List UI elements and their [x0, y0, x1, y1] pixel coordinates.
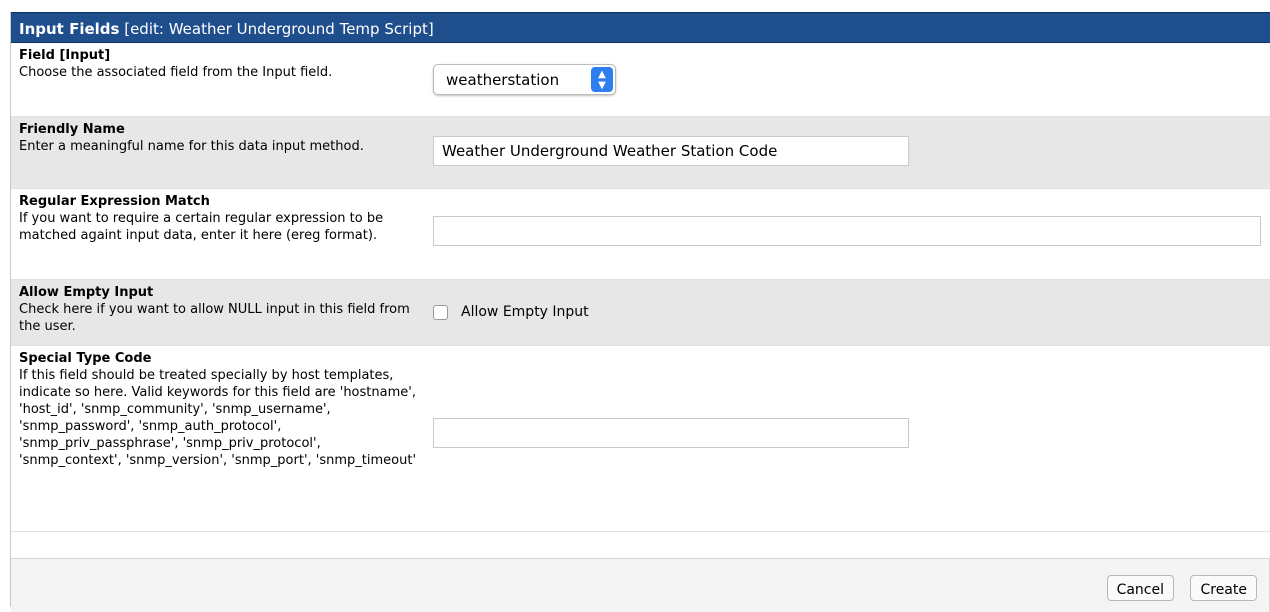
form-row-friendly-name: Friendly Name Enter a meaningful name fo… [11, 117, 1270, 189]
form-row-field-input: Field [Input] Choose the associated fiel… [11, 43, 1270, 117]
field-input-select-wrap: weatherstation ▲ ▼ [433, 64, 616, 95]
cancel-button[interactable]: Cancel [1106, 575, 1174, 601]
allow-empty-checkbox-label[interactable]: Allow Empty Input [461, 304, 589, 320]
field-input-label: Field [Input] [19, 48, 111, 63]
create-button[interactable]: Create [1190, 575, 1257, 601]
input-fields-panel: Input Fields [edit: Weather Underground … [10, 12, 1270, 612]
form-row-allow-empty-input: Allow Empty Input Check here if you want… [11, 280, 1270, 346]
field-input-help: Choose the associated field from the Inp… [19, 65, 333, 80]
spacer [11, 532, 1270, 558]
friendly-name-input[interactable] [433, 136, 909, 166]
allow-empty-control: Allow Empty Input [433, 304, 589, 320]
special-type-input[interactable] [433, 418, 909, 448]
allow-empty-help: Check here if you want to allow NULL inp… [19, 302, 410, 334]
form-footer: Cancel Create [11, 558, 1270, 612]
friendly-name-label: Friendly Name [19, 122, 125, 137]
panel-subtitle: [edit: Weather Underground Temp Script] [124, 20, 434, 38]
special-type-label: Special Type Code [19, 351, 152, 366]
field-input-select[interactable]: weatherstation ▲ ▼ [433, 64, 616, 95]
regex-match-control [433, 216, 1261, 246]
field-input-selected-value: weatherstation [446, 71, 560, 89]
special-type-description: Special Type Code If this field should b… [19, 350, 423, 469]
form-row-special-type-code: Special Type Code If this field should b… [11, 346, 1270, 532]
regex-match-help: If you want to require a certain regular… [19, 211, 384, 243]
regex-match-description: Regular Expression Match If you want to … [19, 193, 417, 244]
friendly-name-description: Friendly Name Enter a meaningful name fo… [19, 121, 417, 155]
allow-empty-checkbox[interactable] [433, 304, 448, 320]
friendly-name-control [433, 136, 909, 166]
panel-title: Input Fields [19, 20, 120, 38]
panel-header: Input Fields [edit: Weather Underground … [11, 12, 1270, 43]
select-updown-arrows-icon: ▲ ▼ [591, 67, 613, 92]
special-type-help: If this field should be treated speciall… [19, 368, 417, 468]
allow-empty-label: Allow Empty Input [19, 285, 154, 300]
special-type-control [433, 418, 909, 448]
friendly-name-help: Enter a meaningful name for this data in… [19, 139, 364, 154]
regex-match-label: Regular Expression Match [19, 194, 210, 209]
form-rows: Field [Input] Choose the associated fiel… [11, 43, 1270, 532]
field-input-description: Field [Input] Choose the associated fiel… [19, 47, 417, 81]
regex-match-input[interactable] [433, 216, 1261, 246]
form-row-regex-match: Regular Expression Match If you want to … [11, 189, 1270, 280]
allow-empty-description: Allow Empty Input Check here if you want… [19, 284, 417, 335]
